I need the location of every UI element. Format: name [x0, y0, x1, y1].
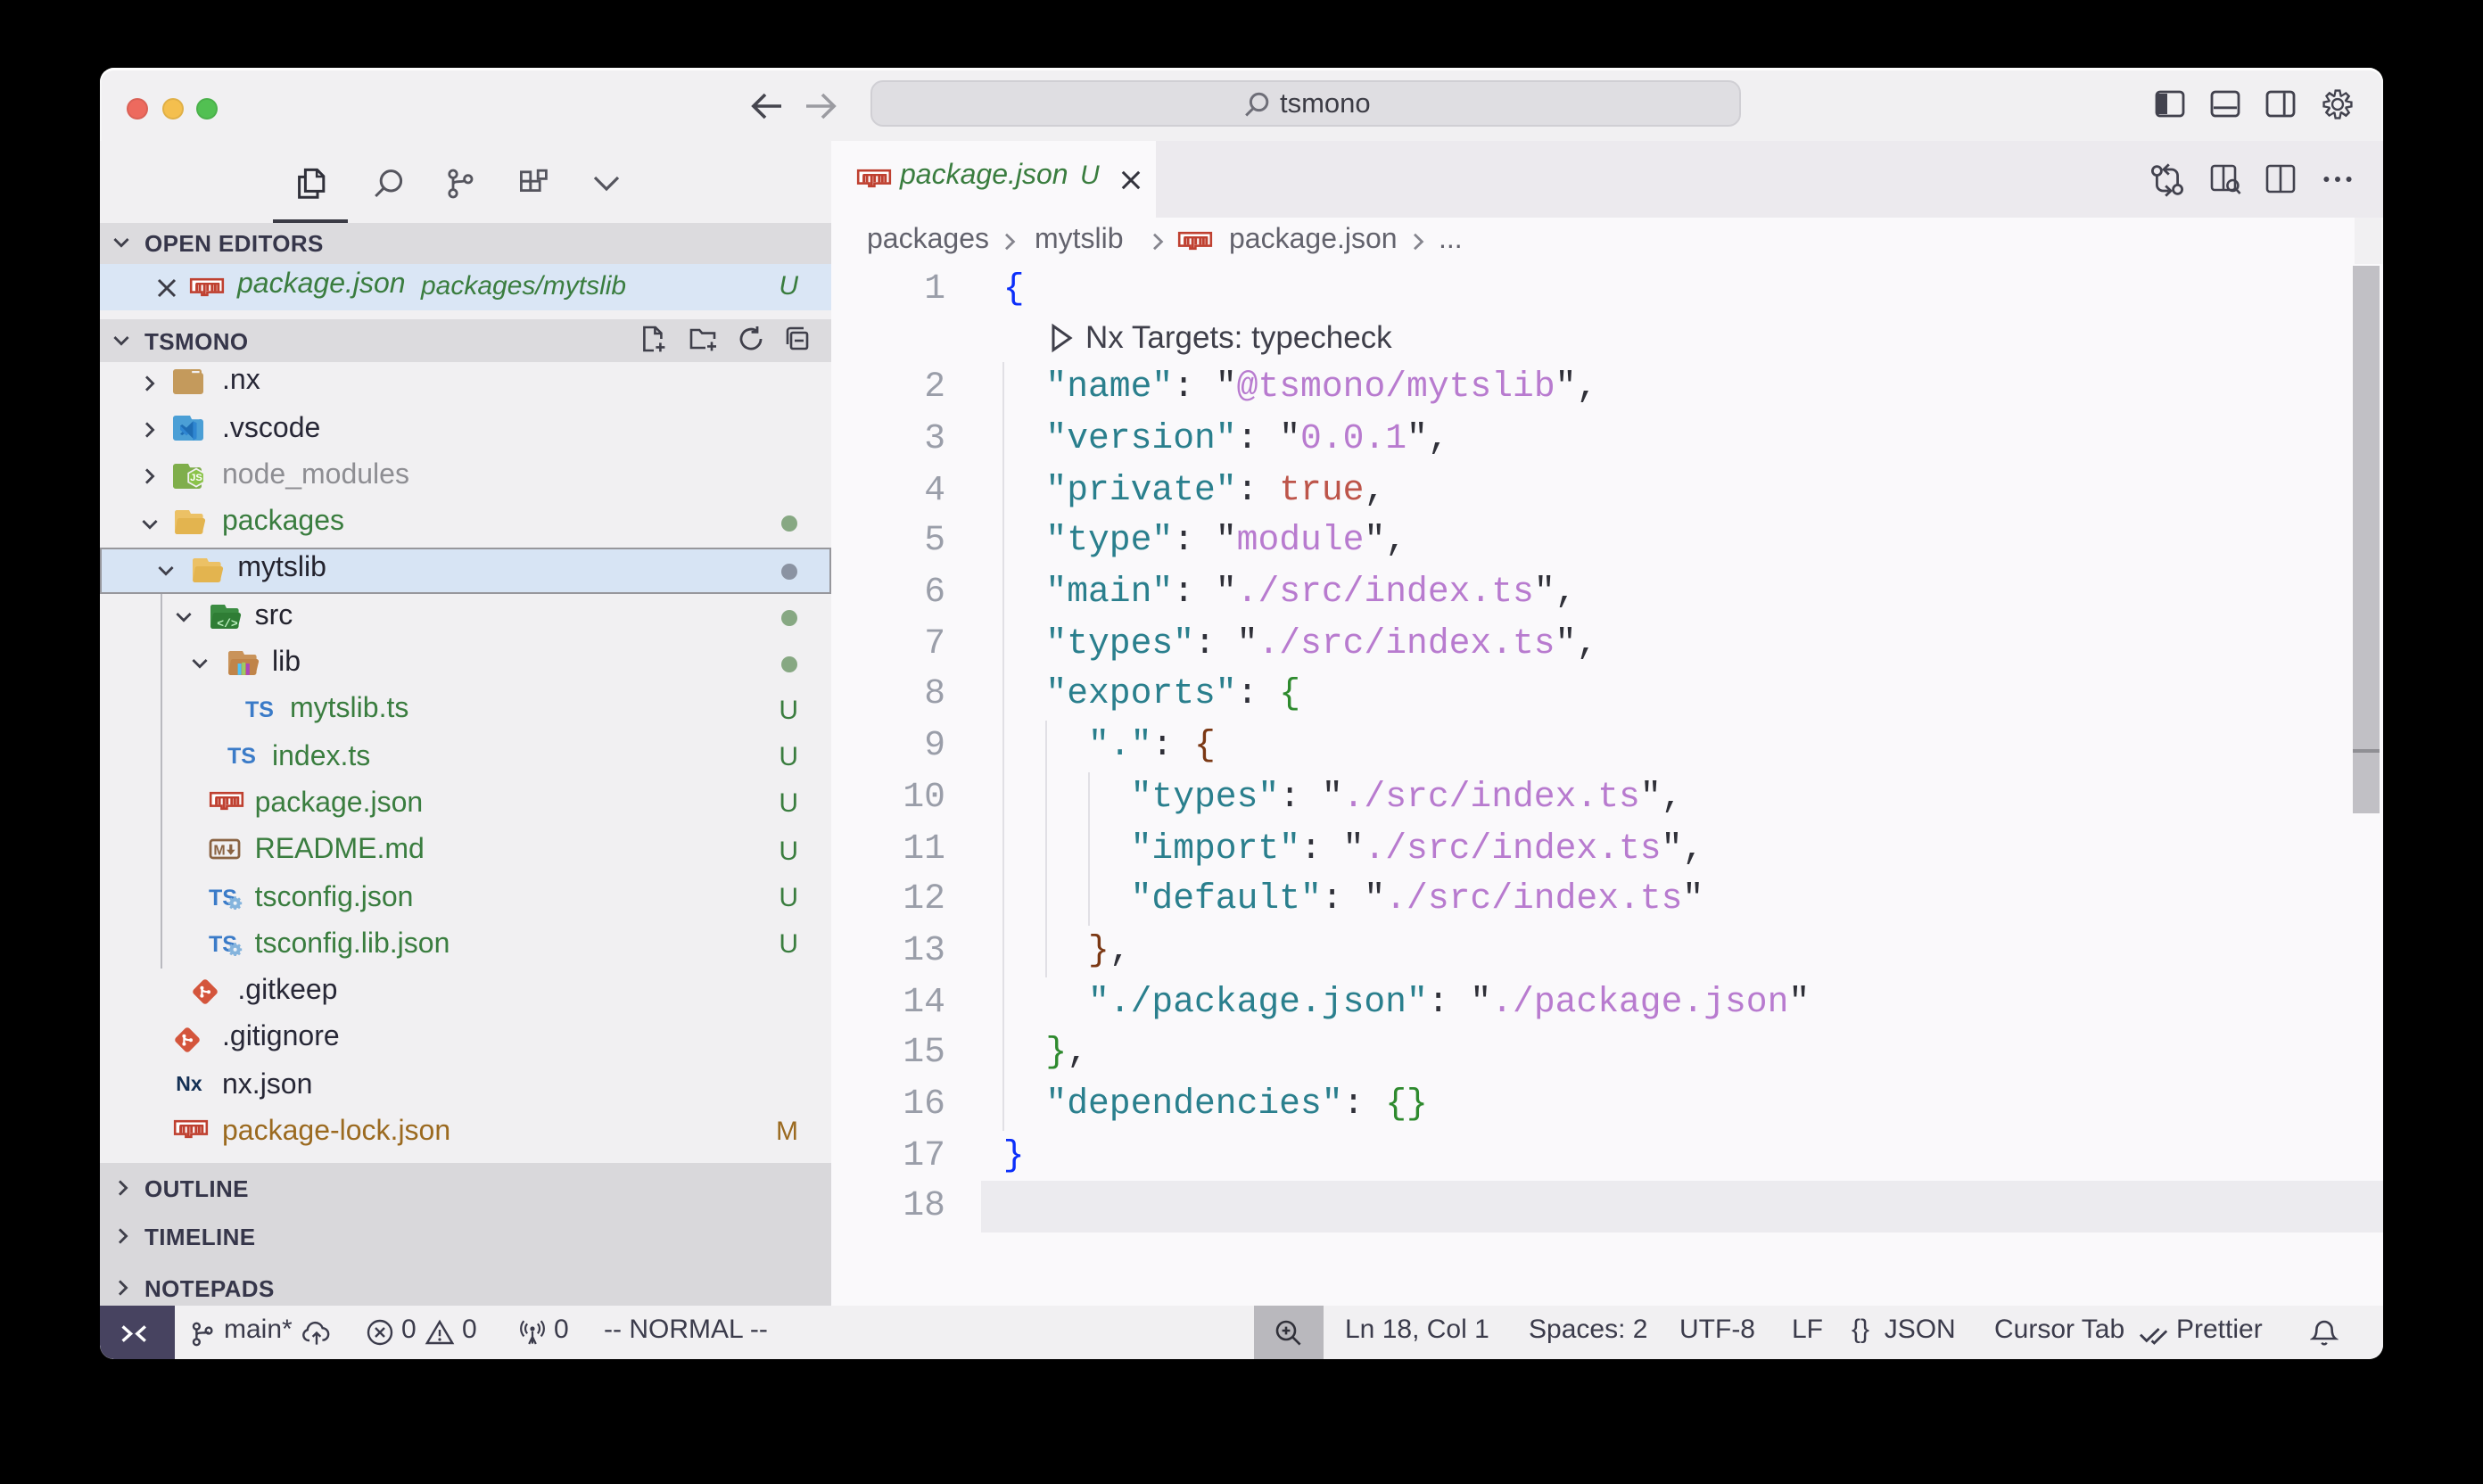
svg-text:TS: TS — [245, 697, 274, 720]
svg-text:Nx: Nx — [177, 1072, 203, 1093]
svg-text:</>: </> — [217, 617, 238, 630]
svg-text:JS: JS — [191, 473, 203, 483]
svg-text:M: M — [213, 843, 225, 858]
svg-text:TS: TS — [227, 744, 256, 767]
